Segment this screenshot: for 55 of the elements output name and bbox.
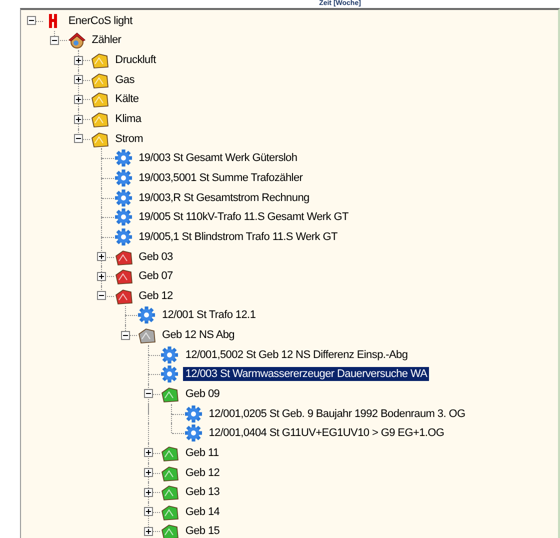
tree-item[interactable]: EnerCoS light — [66, 14, 134, 28]
expand-icon[interactable] — [74, 114, 83, 124]
tree-item[interactable]: 19/005 St 110kV-Trafo 11.S Gesamt Werk GT — [136, 210, 350, 224]
tree-item[interactable]: Geb 11 — [183, 446, 221, 460]
expand-icon[interactable] — [144, 448, 153, 458]
tree-item[interactable]: Klima — [113, 112, 144, 126]
collapse-icon[interactable] — [50, 36, 60, 45]
expand-icon[interactable] — [97, 252, 106, 261]
tree-item[interactable]: Geb 12 NS Abg — [160, 328, 236, 342]
tree-item[interactable]: Geb 09 — [183, 386, 222, 401]
expand-icon[interactable] — [144, 468, 153, 478]
expand-icon[interactable] — [144, 507, 153, 516]
tree-item[interactable]: 12/001,0205 St Geb. 9 Baujahr 1992 Bodenraum 3. OG — [206, 406, 468, 421]
tree-item[interactable]: Strom — [113, 132, 146, 146]
tree-item[interactable]: Druckluft — [113, 53, 158, 68]
gear-icon — [114, 208, 133, 226]
house-icon — [66, 31, 86, 50]
collapse-icon[interactable] — [27, 16, 36, 26]
tree-item[interactable]: Geb 07 — [136, 269, 175, 284]
tree-item[interactable]: 12/001,5002 St Geb 12 NS Differenz Einsp.-Abg — [183, 348, 410, 362]
expand-icon[interactable] — [144, 488, 153, 497]
tree-item[interactable]: Zähler — [90, 33, 124, 48]
collapse-icon[interactable] — [74, 134, 83, 144]
expand-icon[interactable] — [97, 272, 106, 281]
gear-icon — [114, 168, 133, 187]
tree-item[interactable]: Geb 03 — [136, 250, 175, 264]
gear-icon — [114, 149, 133, 168]
tree-item[interactable]: 19/003 St Gesamt Werk Gütersloh — [136, 151, 300, 166]
tree-item[interactable]: Geb 12 — [136, 288, 175, 303]
tree-item[interactable]: 12/001,0404 St G11UV+EG1UV10 > G9 EG+1.OG — [206, 426, 446, 440]
tree-item[interactable]: 19/003,R St Gesamtstrom Rechnung — [136, 190, 312, 205]
expand-icon[interactable] — [74, 56, 83, 65]
gear-icon — [160, 346, 180, 364]
tree-item[interactable]: 19/005,1 St Blindstrom Trafo 11.S Werk GT — [136, 230, 340, 244]
gear-icon — [114, 228, 133, 246]
gear-icon — [136, 306, 156, 324]
gear-icon — [184, 424, 203, 442]
tree-item[interactable]: Kälte — [113, 92, 141, 106]
tree-item[interactable]: Geb 15 — [183, 524, 222, 538]
gear-icon — [114, 188, 133, 207]
tree-item[interactable]: Geb 12 — [183, 466, 222, 480]
tree-item[interactable]: 12/001 St Trafo 12.1 — [160, 308, 258, 322]
expand-icon[interactable] — [74, 75, 83, 84]
collapse-icon[interactable] — [144, 389, 153, 398]
tree-item[interactable]: Geb 14 — [183, 504, 222, 519]
tree-item[interactable]: Geb 13 — [183, 485, 222, 500]
tree-item[interactable]: 19/003,5001 St Summe Trafozähler — [136, 170, 305, 185]
tree-item[interactable]: Gas — [113, 72, 136, 87]
tree-item[interactable]: 12/003 St Warmwassererzeuger Dauerversuche WA — [183, 367, 430, 382]
expand-icon[interactable] — [74, 94, 83, 104]
gear-icon — [160, 365, 180, 384]
collapse-icon[interactable] — [120, 330, 130, 340]
gear-icon — [184, 404, 203, 423]
expand-icon[interactable] — [144, 526, 153, 536]
collapse-icon[interactable] — [97, 291, 106, 300]
